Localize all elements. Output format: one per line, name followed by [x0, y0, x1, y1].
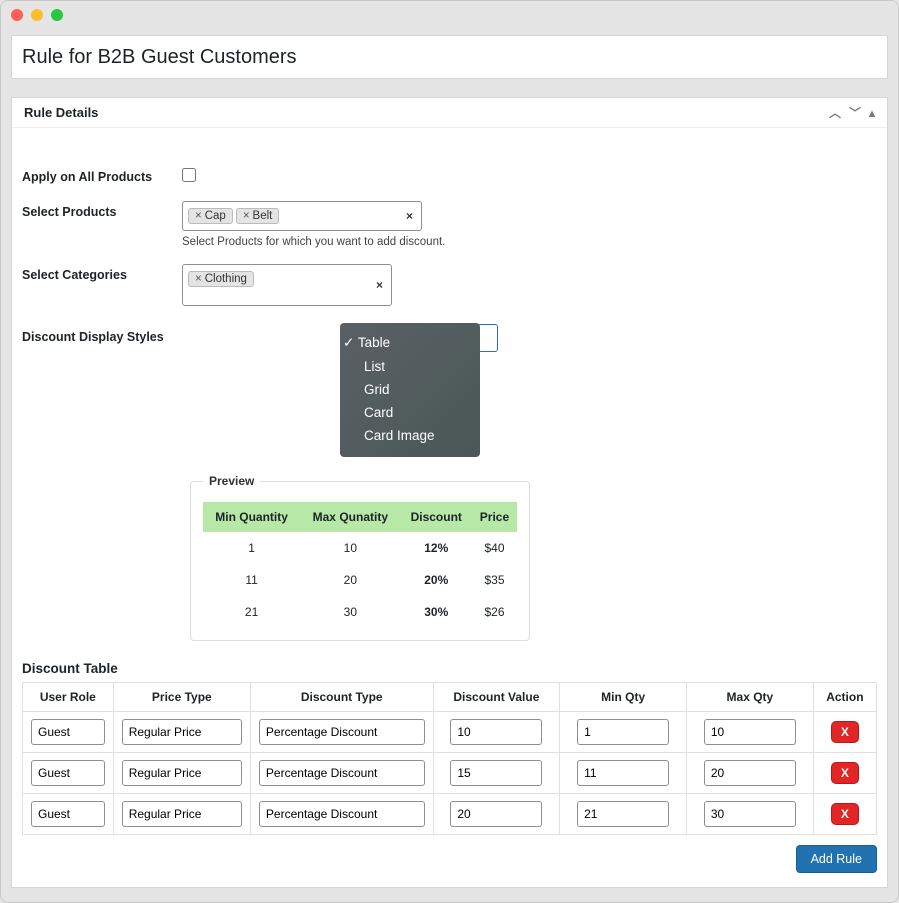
add-rule-button[interactable]: Add Rule — [796, 845, 877, 873]
preview-header: Max Qunatity — [300, 502, 400, 532]
delete-row-button[interactable]: X — [831, 762, 859, 784]
discount-type-select[interactable]: Percentage Discount — [259, 760, 425, 786]
discount-table-title: Discount Table — [22, 661, 877, 676]
panel-title: Rule Details — [24, 105, 98, 120]
select-categories-label: Select Categories — [22, 264, 182, 282]
discount-header: Discount Value — [433, 683, 560, 712]
discount-row: Guest Regular Price Percentage Discount X — [23, 753, 877, 794]
display-style-option[interactable]: Grid — [340, 378, 480, 401]
panel-expand-icon[interactable]: ﹀ — [849, 107, 861, 119]
discount-table: User RolePrice TypeDiscount TypeDiscount… — [22, 682, 877, 835]
app-window: Rule for B2B Guest Customers Rule Detail… — [0, 0, 899, 903]
discount-header: Action — [813, 683, 876, 712]
panel-collapse-icon[interactable]: ︿ — [829, 107, 841, 119]
products-tagbox[interactable]: ×Cap×Belt × — [182, 201, 422, 231]
products-help-text: Select Products for which you want to ad… — [182, 236, 877, 248]
max-qty-input[interactable] — [704, 719, 796, 745]
preview-row: 213030%$26 — [203, 596, 517, 628]
delete-row-button[interactable]: X — [831, 721, 859, 743]
min-qty-input[interactable] — [577, 760, 669, 786]
panel-header: Rule Details ︿ ﹀ ▴ — [12, 98, 887, 128]
display-styles-label: Discount Display Styles — [22, 326, 182, 344]
product-tag[interactable]: ×Belt — [236, 208, 280, 224]
preview-header: Price — [472, 502, 517, 532]
discount-value-input[interactable] — [450, 760, 542, 786]
panel-toggle-icon[interactable]: ▴ — [869, 107, 875, 119]
preview-row: 11012%$40 — [203, 532, 517, 564]
category-tag[interactable]: ×Clothing — [188, 271, 254, 287]
discount-header: User Role — [23, 683, 114, 712]
price-type-select[interactable]: Regular Price — [122, 719, 242, 745]
apply-all-checkbox[interactable] — [182, 168, 196, 182]
apply-all-label: Apply on All Products — [22, 166, 182, 184]
preview-header: Min Quantity — [203, 502, 300, 532]
discount-header: Price Type — [113, 683, 250, 712]
maximize-icon[interactable] — [51, 9, 63, 21]
display-style-option[interactable]: Card — [340, 401, 480, 424]
discount-header: Min Qty — [560, 683, 687, 712]
discount-value-input[interactable] — [450, 719, 542, 745]
display-style-option[interactable]: Card Image — [340, 424, 480, 447]
titlebar — [1, 1, 898, 29]
minimize-icon[interactable] — [31, 9, 43, 21]
discount-type-select[interactable]: Percentage Discount — [259, 801, 425, 827]
rule-details-panel: Rule Details ︿ ﹀ ▴ Apply on All Products… — [11, 97, 888, 888]
discount-header: Max Qty — [687, 683, 814, 712]
discount-type-select[interactable]: Percentage Discount — [259, 719, 425, 745]
user-role-select[interactable]: Guest — [31, 801, 105, 827]
price-type-select[interactable]: Regular Price — [122, 801, 242, 827]
user-role-select[interactable]: Guest — [31, 760, 105, 786]
display-style-option[interactable]: Table — [340, 331, 480, 355]
preview-legend: Preview — [203, 474, 260, 488]
discount-row: Guest Regular Price Percentage Discount X — [23, 794, 877, 835]
product-tag[interactable]: ×Cap — [188, 208, 233, 224]
max-qty-input[interactable] — [704, 760, 796, 786]
discount-row: Guest Regular Price Percentage Discount X — [23, 712, 877, 753]
discount-header: Discount Type — [250, 683, 433, 712]
categories-tagbox[interactable]: ×Clothing × — [182, 264, 392, 306]
display-style-option[interactable]: List — [340, 355, 480, 378]
categories-clear-icon[interactable]: × — [376, 278, 383, 292]
min-qty-input[interactable] — [577, 719, 669, 745]
select-products-label: Select Products — [22, 201, 182, 219]
products-clear-icon[interactable]: × — [406, 209, 413, 223]
price-type-select[interactable]: Regular Price — [122, 760, 242, 786]
discount-value-input[interactable] — [450, 801, 542, 827]
user-role-select[interactable]: Guest — [31, 719, 105, 745]
delete-row-button[interactable]: X — [831, 803, 859, 825]
page-title: Rule for B2B Guest Customers — [11, 35, 888, 79]
close-icon[interactable] — [11, 9, 23, 21]
min-qty-input[interactable] — [577, 801, 669, 827]
display-styles-dropdown[interactable]: TableListGridCardCard Image — [340, 323, 480, 457]
preview-fieldset: Preview Min QuantityMax QunatityDiscount… — [190, 474, 530, 641]
max-qty-input[interactable] — [704, 801, 796, 827]
preview-row: 112020%$35 — [203, 564, 517, 596]
preview-table: Min QuantityMax QunatityDiscountPrice 11… — [203, 502, 517, 628]
preview-header: Discount — [401, 502, 472, 532]
